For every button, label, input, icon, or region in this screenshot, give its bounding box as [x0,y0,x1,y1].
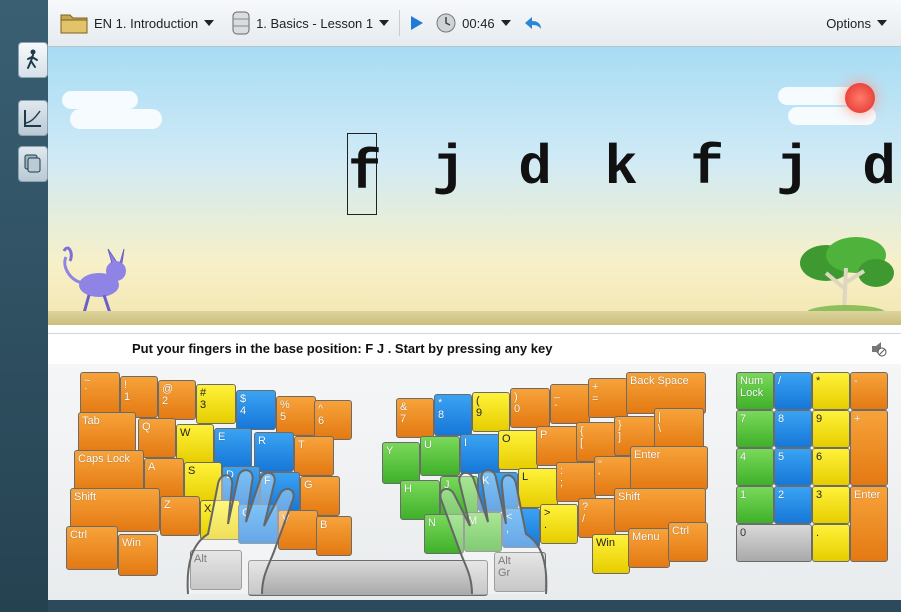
status-bar: Put your fingers in the base position: F… [48,333,901,365]
current-letter: f [347,133,382,215]
key-minus: _ - [550,384,590,424]
numpad-divide: / [774,372,812,410]
key-tilde: ~ ` [80,372,120,416]
ground [48,311,901,325]
toolbar: EN 1. Introduction 1. Basics - Lesson 1 … [48,0,901,47]
course-label: EN 1. Introduction [94,15,199,31]
lessons-button[interactable] [18,146,48,182]
key-tab: Tab [78,412,136,454]
sound-off-icon[interactable] [870,340,888,358]
chevron-down-icon [204,20,215,26]
letter: k [604,136,638,200]
options-label: Options [826,15,871,31]
letter: j [432,136,466,200]
undo-button[interactable] [517,8,549,38]
sidebar [14,42,48,602]
key-0: ) 0 [510,388,550,428]
chevron-down-icon [877,20,887,26]
letter: j [776,136,810,200]
chevron-down-icon [500,20,511,26]
main-panel: EN 1. Introduction 1. Basics - Lesson 1 … [48,0,901,612]
numpad-9: 9 [812,410,850,448]
numpad-multiply: * [812,372,850,410]
status-message: Put your fingers in the base position: F… [132,341,553,356]
numpad-8: 8 [774,410,812,448]
key-b: B [316,516,352,556]
bottom-border [48,600,901,612]
numpad-1: 1 [736,486,774,524]
key-backslash: | \ [654,408,704,450]
key-semicolon: :; [556,462,596,502]
numpad-3: 3 [812,486,850,524]
sun-icon [845,83,875,113]
key-right-win: Win [592,534,630,574]
toolbar-separator [399,10,401,36]
numpad-2: 2 [774,486,812,524]
timer-value: 00:46 [462,15,495,31]
key-5: % 5 [276,396,316,436]
key-4: $4 [236,390,276,430]
key-left-ctrl: Ctrl [66,526,118,570]
key-6: ^ 6 [314,400,352,440]
letter: d [862,136,896,200]
options-menu[interactable]: Options [820,8,893,38]
keyboard-area: ~ ` ! 1 @2 #3 $4 % 5 ^ 6 Tab Q W E R T Caps … [48,364,901,600]
key-2: @2 [158,380,196,420]
key-right-ctrl: Ctrl [668,522,708,562]
right-hand-outline [439,469,548,595]
play-button[interactable] [404,8,430,38]
key-left-win: Win [118,534,158,576]
folder-icon [60,14,88,34]
undo-arrow-icon [524,17,541,29]
key-equals: + = [588,378,628,418]
numpad-enter: Enter [850,486,888,562]
database-icon [232,11,250,35]
timer-selector[interactable]: 00:46 [430,8,517,38]
numpad-7: 7 [736,410,774,448]
numpad-6: 6 [812,448,850,486]
key-3: #3 [196,384,236,424]
letter: d [518,136,552,200]
key-y: Y [382,442,420,484]
stack-icon [24,154,41,173]
left-hand-outline [186,469,295,595]
numpad-5: 5 [774,448,812,486]
key-menu: Menu [628,528,670,568]
numpad-decimal: . [812,524,850,562]
lesson-label: 1. Basics - Lesson 1 [256,15,374,31]
statistics-button[interactable] [18,100,48,136]
lesson-selector[interactable]: 1. Basics - Lesson 1 [226,8,395,38]
clock-icon [436,13,456,33]
key-9: (9 [472,392,510,432]
numpad-plus: + [850,410,888,486]
key-slash: ? / [578,498,616,538]
numpad-minus: - [850,372,888,410]
numpad-4: 4 [736,448,774,486]
numpad-numlock: Num Lock [736,372,774,410]
key-8: * 8 [434,394,472,436]
chevron-down-icon [379,20,390,26]
key-7: & 7 [396,398,434,438]
numpad-0: 0 [736,524,812,562]
play-icon [411,16,424,30]
cloud [62,91,138,109]
tree [800,237,894,321]
course-selector[interactable]: EN 1. Introduction [54,8,220,38]
walking-figure-icon [27,49,38,69]
cloud [70,109,162,129]
mascot-creature [62,246,126,314]
exercise-button[interactable] [18,42,48,78]
key-enter: Enter [630,446,708,490]
exercise-scene: f j d k f j d [48,47,901,325]
chart-icon [24,110,41,127]
letter: f [690,136,724,200]
exercise-letters: f j d k f j d [318,133,901,215]
